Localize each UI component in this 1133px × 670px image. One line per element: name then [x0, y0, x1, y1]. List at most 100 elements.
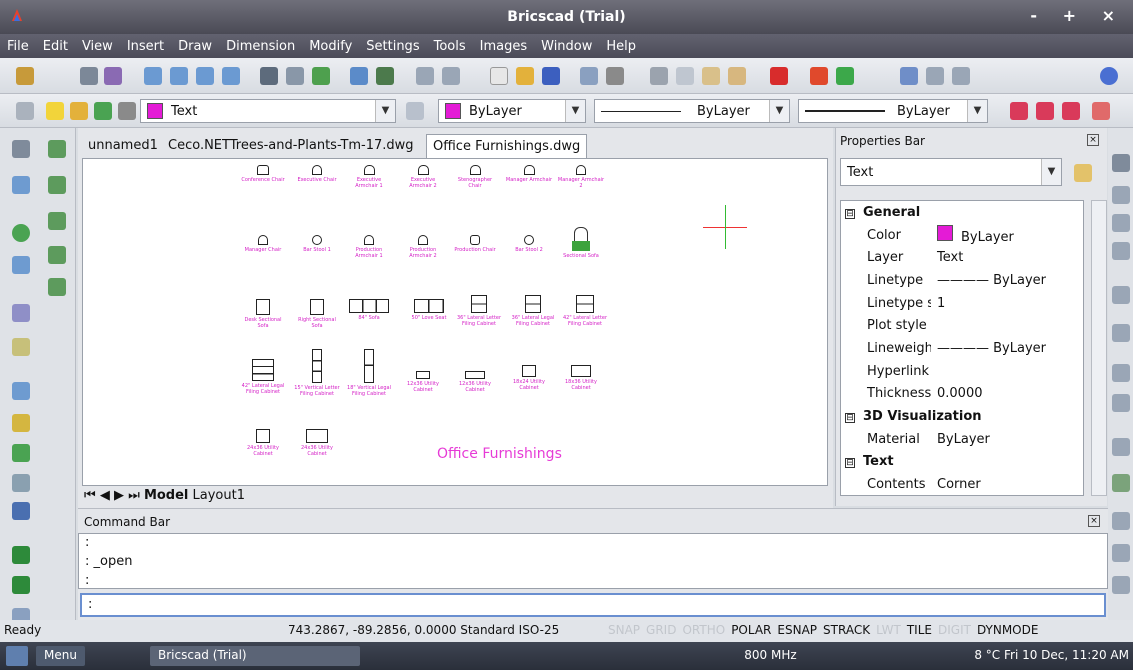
drawing-item[interactable]: 12x36 Utility Cabinet: [451, 371, 499, 393]
hatch-icon[interactable]: [12, 444, 30, 462]
spline-icon[interactable]: [12, 338, 30, 356]
arc-icon[interactable]: [12, 256, 30, 274]
tab-office-furnishings[interactable]: Office Furnishings.dwg: [426, 134, 588, 158]
drawing-item[interactable]: Stenographer Chair: [451, 165, 499, 189]
wipeout-icon[interactable]: [12, 502, 30, 520]
menu-images[interactable]: Images: [473, 39, 535, 54]
print-icon[interactable]: [606, 67, 624, 85]
drawing-item[interactable]: Desk Sectional Sofa: [239, 299, 287, 329]
menu-view[interactable]: View: [75, 39, 120, 54]
region-icon[interactable]: [12, 474, 30, 492]
drawing-item[interactable]: 18x24 Utility Cabinet: [505, 365, 553, 391]
toggle-dynmode[interactable]: DYNMODE: [977, 623, 1039, 637]
close-icon[interactable]: ×: [1087, 134, 1099, 146]
menu-tools[interactable]: Tools: [427, 39, 473, 54]
polyline-icon[interactable]: [12, 176, 30, 194]
attach-icon[interactable]: [1112, 474, 1130, 492]
ellipse-icon[interactable]: [12, 304, 30, 322]
drawing-item[interactable]: 36" Lateral Legal Filing Cabinet: [509, 295, 557, 327]
drawing-item[interactable]: Production Armchair 1: [345, 235, 393, 259]
menu-modify[interactable]: Modify: [302, 39, 359, 54]
toggle-polar[interactable]: POLAR: [731, 623, 771, 637]
help-icon[interactable]: [1100, 67, 1118, 85]
start-menu-button[interactable]: Menu: [36, 646, 85, 666]
rotate-icon[interactable]: [48, 212, 66, 230]
layer-freeze-icon[interactable]: [70, 102, 88, 120]
toggle-grid[interactable]: GRID: [646, 623, 676, 637]
block-icon[interactable]: [442, 67, 460, 85]
drawing-item[interactable]: 18x36 Utility Cabinet: [557, 365, 605, 391]
tolerance-icon[interactable]: [1112, 438, 1130, 456]
section-text[interactable]: ⊟ Text: [841, 451, 1083, 474]
chamfer-icon[interactable]: [1112, 242, 1130, 260]
drawing-item[interactable]: Bar Stool 1: [293, 235, 341, 253]
layout-icon[interactable]: [350, 67, 368, 85]
properties-scrollbar[interactable]: [1091, 200, 1107, 496]
rectangle-icon[interactable]: [12, 382, 30, 400]
drawing-item[interactable]: Manager Armchair 2: [557, 165, 605, 189]
show-desktop-button[interactable]: [6, 646, 28, 666]
dimension-icon[interactable]: [1112, 364, 1130, 382]
layer-state-icon[interactable]: [46, 102, 64, 120]
prop-row-contents[interactable]: Contents Corner: [841, 473, 1083, 495]
menu-window[interactable]: Window: [534, 39, 599, 54]
color-combo[interactable]: ByLayer ▼: [438, 99, 586, 123]
copy-icon[interactable]: [676, 67, 694, 85]
toggle-ortho[interactable]: ORTHO: [682, 623, 725, 637]
snap-midpoint-icon[interactable]: [1036, 102, 1054, 120]
properties-icon[interactable]: [900, 67, 918, 85]
close-icon[interactable]: ×: [1088, 515, 1100, 527]
array-icon[interactable]: [48, 140, 66, 158]
prop-row-linetype[interactable]: Linetype ———— ByLayer: [841, 269, 1083, 292]
print-preview-icon[interactable]: [580, 67, 598, 85]
drawing-item[interactable]: 12x36 Utility Cabinet: [399, 371, 447, 393]
redo-icon[interactable]: [836, 67, 854, 85]
prop-row-thickness[interactable]: Thickness 0.0000: [841, 383, 1083, 406]
make-current-layer-icon[interactable]: [406, 102, 424, 120]
drawing-item[interactable]: Executive Armchair 2: [399, 165, 447, 189]
pencil-icon[interactable]: [16, 67, 34, 85]
join-icon[interactable]: [1112, 324, 1130, 342]
cut-icon[interactable]: [650, 67, 668, 85]
drawing-item[interactable]: 50" Love Seat: [405, 299, 453, 321]
image-icon[interactable]: [376, 67, 394, 85]
line-icon[interactable]: [12, 140, 30, 158]
drawing-item[interactable]: 15" Vertical Letter Filing Cabinet: [293, 349, 341, 397]
chevron-down-icon[interactable]: ▼: [1041, 159, 1061, 185]
toggle-esnap[interactable]: ESNAP: [777, 623, 817, 637]
fillet-icon[interactable]: [1112, 214, 1130, 232]
command-input[interactable]: :: [80, 593, 1106, 617]
point-icon[interactable]: [12, 414, 30, 432]
section-general[interactable]: ⊟ General: [841, 201, 1083, 224]
toggle-strack[interactable]: STRACK: [823, 623, 870, 637]
tab-ceco-trees[interactable]: Ceco.NETTrees-and-Plants-Tm-17.dwg: [162, 134, 420, 158]
drawing-item[interactable]: Bar Stool 2: [505, 235, 553, 253]
drawing-item[interactable]: Production Chair: [451, 235, 499, 253]
layout-nav-icon[interactable]: ⏮ ◀ ▶ ⏭: [84, 488, 140, 503]
menu-dimension[interactable]: Dimension: [219, 39, 302, 54]
toggle-snap[interactable]: SNAP: [608, 623, 640, 637]
mtext-icon[interactable]: [12, 576, 30, 594]
zoom-out-icon[interactable]: [170, 67, 188, 85]
paste-icon[interactable]: [702, 67, 720, 85]
drawing-item[interactable]: 24x36 Utility Cabinet: [239, 429, 287, 457]
drawing-item[interactable]: 42" Lateral Legal Filing Cabinet: [239, 359, 287, 395]
ucs-icon[interactable]: [312, 67, 330, 85]
zoom-window-icon[interactable]: [196, 67, 214, 85]
break-icon[interactable]: [1112, 286, 1130, 304]
menu-edit[interactable]: Edit: [36, 39, 75, 54]
move-icon[interactable]: [1112, 154, 1130, 172]
prop-row-material[interactable]: Material ByLayer: [841, 428, 1083, 451]
prop-row-layer[interactable]: Layer Text: [841, 246, 1083, 269]
drawing-item[interactable]: Manager Chair: [239, 235, 287, 253]
menu-settings[interactable]: Settings: [359, 39, 426, 54]
pan-icon[interactable]: [80, 67, 98, 85]
xref-icon[interactable]: [1112, 512, 1130, 530]
drawing-canvas[interactable]: Conference Chair Executive Chair Executi…: [82, 158, 828, 486]
delete-icon[interactable]: [770, 67, 788, 85]
drawing-item[interactable]: 84" Sofa: [339, 299, 399, 321]
selection-combo[interactable]: Text ▼: [840, 158, 1062, 186]
drawing-item[interactable]: Production Armchair 2: [399, 235, 447, 259]
chevron-down-icon[interactable]: ▼: [769, 100, 789, 122]
drawing-item[interactable]: 24x36 Utility Cabinet: [293, 429, 341, 457]
